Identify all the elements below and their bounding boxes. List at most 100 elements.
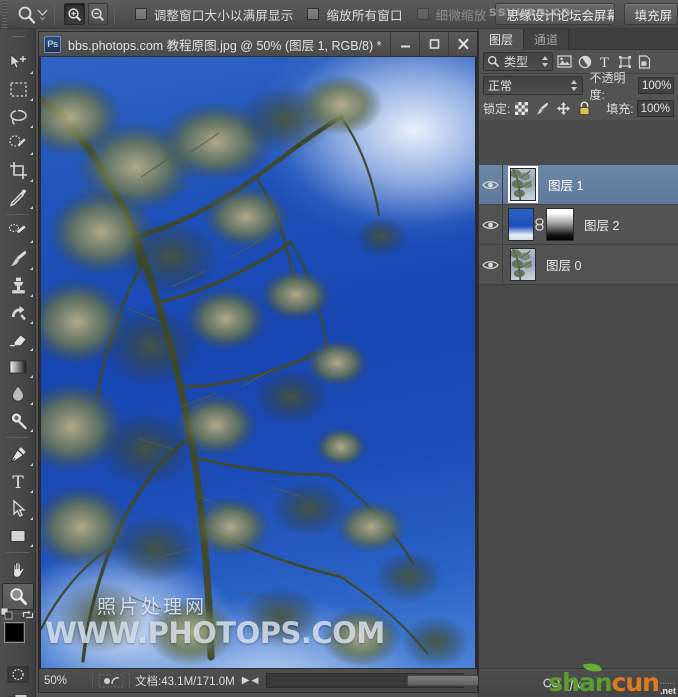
path-selection-tool[interactable] <box>1 495 35 522</box>
layer-thumbnail-cell[interactable] <box>503 248 536 281</box>
pen-icon <box>9 445 28 464</box>
healing-brush-icon <box>8 222 28 241</box>
layer-filter-type-select[interactable]: 类型 <box>483 52 553 71</box>
hand-icon <box>9 560 28 579</box>
layer-visibility-toggle[interactable] <box>479 164 503 205</box>
horizontal-scrollbar[interactable] <box>266 673 488 688</box>
blur-droplet-icon <box>9 384 27 403</box>
eraser-tool[interactable] <box>1 326 35 353</box>
blend-mode-select[interactable]: 正常 <box>483 76 584 95</box>
type-tool[interactable]: T <box>1 468 35 495</box>
chevron-down-icon[interactable] <box>37 7 48 21</box>
chain-link-icon[interactable] <box>534 218 546 231</box>
tools-panel-grip[interactable] <box>0 33 36 47</box>
layer-visibility-toggle[interactable] <box>479 244 503 285</box>
zoom-in-button[interactable] <box>64 3 85 25</box>
opacity-field[interactable]: 100% <box>638 77 674 94</box>
hand-tool[interactable] <box>1 556 35 583</box>
close-icon <box>458 38 468 50</box>
checkbox-box[interactable] <box>307 8 320 20</box>
blue-sky-thumbnail <box>508 208 534 241</box>
default-colors-icon[interactable] <box>1 608 13 620</box>
foreground-color-swatch[interactable] <box>5 623 24 642</box>
zoom-in-icon <box>67 7 82 22</box>
checkbox-box[interactable] <box>134 8 147 20</box>
lock-image-pixels-icon[interactable] <box>533 99 552 118</box>
tab-layers[interactable]: 图层 <box>479 29 525 50</box>
screen-mode-button[interactable] <box>1 688 35 697</box>
triangle-right-icon[interactable]: ▶ <box>242 675 250 686</box>
layer-row[interactable]: 图层 0 <box>479 244 678 285</box>
maximize-icon <box>429 39 439 49</box>
document-title-text: bbs.photops.com 教程原图.jpg @ 50% (图层 1, RG… <box>68 38 382 53</box>
zoom-magnifier-icon <box>9 587 28 606</box>
lasso-tool[interactable] <box>1 103 35 130</box>
quick-mask-toggle[interactable] <box>1 661 35 688</box>
fill-label: 填充: <box>606 102 634 116</box>
document-title-bar[interactable]: Ps bbs.photops.com 教程原图.jpg @ 50% (图层 1,… <box>39 31 477 57</box>
scrollbar-thumb[interactable] <box>407 675 488 686</box>
layer-row[interactable]: 图层 1 <box>479 164 678 205</box>
clone-stamp-icon <box>9 276 28 295</box>
checkbox-box[interactable] <box>416 8 429 20</box>
lock-transparent-pixels-icon[interactable] <box>512 99 531 118</box>
spot-healing-brush-tool[interactable] <box>1 218 35 245</box>
tree-branches-thumbnail <box>510 168 536 201</box>
active-tool-preview[interactable] <box>15 2 37 26</box>
options-bar-grip[interactable] <box>0 0 9 29</box>
crop-tool[interactable] <box>1 157 35 184</box>
swap-arrows-icon[interactable] <box>22 609 34 621</box>
checkbox-label: 调整窗口大小以满屏显示 <box>153 8 294 23</box>
zoom-level-field[interactable]: 50% <box>39 675 87 687</box>
layers-panel-bottom-bar: fx <box>479 668 678 697</box>
maximize-button[interactable] <box>419 31 448 57</box>
dodge-tool[interactable] <box>1 407 35 434</box>
gradient-tool[interactable] <box>1 353 35 380</box>
rectangle-shape-tool[interactable] <box>1 522 35 549</box>
lock-all-icon[interactable] <box>575 99 594 118</box>
document-status-bar: 50% 文档:43.1M/171.0M ▶ ◀ ▶ <box>39 668 488 692</box>
photoshop-application-window: 调整窗口大小以满屏显示 缩放所有窗口 细微缩放 思缘设计论坛会屏幕 填充屏 ss… <box>0 0 678 697</box>
zoom-tool[interactable] <box>2 583 34 610</box>
close-button[interactable] <box>448 31 477 57</box>
fit-screen-button[interactable]: 思缘设计论坛会屏幕 <box>495 3 615 25</box>
white-to-black-gradient-mask[interactable] <box>546 208 574 241</box>
quick-selection-tool[interactable] <box>1 130 35 157</box>
scrubby-zoom-checkbox[interactable]: 细微缩放 <box>416 5 487 24</box>
layer-thumbnail-cell[interactable] <box>503 208 574 241</box>
eyedropper-tool[interactable] <box>1 184 35 211</box>
minimize-button[interactable] <box>390 31 419 57</box>
layer-visibility-toggle[interactable] <box>479 204 503 245</box>
pen-tool[interactable] <box>1 441 35 468</box>
layer-thumbnail-cell[interactable] <box>503 168 538 201</box>
fill-screen-button[interactable]: 填充屏 <box>623 3 678 25</box>
blur-tool[interactable] <box>1 380 35 407</box>
rectangular-marquee-tool[interactable] <box>1 76 35 103</box>
link-layers-icon[interactable] <box>539 671 563 695</box>
tab-channels[interactable]: 通道 <box>524 29 570 50</box>
layer-row[interactable]: 图层 2 <box>479 204 678 245</box>
eye-visible-icon <box>482 180 499 189</box>
panel-tab-bar: 图层 通道 <box>479 29 678 50</box>
history-brush-tool[interactable] <box>1 299 35 326</box>
resize-windows-to-fit-checkbox[interactable]: 调整窗口大小以满屏显示 <box>134 5 294 24</box>
tools-divider-3 <box>6 552 29 553</box>
fill-field[interactable]: 100% <box>636 100 674 117</box>
clone-stamp-tool[interactable] <box>1 272 35 299</box>
zoom-all-windows-checkbox[interactable]: 缩放所有窗口 <box>307 5 402 24</box>
checkbox-label: 缩放所有窗口 <box>326 8 403 23</box>
layer-style-fx-icon[interactable]: fx <box>563 671 587 695</box>
zoom-out-button[interactable] <box>87 3 108 25</box>
updown-arrows-icon <box>570 79 578 92</box>
pixel-layer-filter-icon[interactable] <box>556 52 573 71</box>
lock-position-icon[interactable] <box>554 99 573 118</box>
smart-object-filter-icon[interactable] <box>636 52 653 71</box>
canvas-area[interactable]: 照片处理网 WWW.PHOTOPS.COM <box>39 57 477 668</box>
move-tool[interactable] <box>1 49 35 76</box>
brush-tool[interactable] <box>1 245 35 272</box>
window-controls <box>390 31 477 57</box>
scroll-left-arrow[interactable]: ◀ <box>249 675 260 686</box>
zoom-out-icon <box>90 7 105 22</box>
move-arrow-icon <box>8 53 28 73</box>
tools-divider-1 <box>6 214 29 215</box>
